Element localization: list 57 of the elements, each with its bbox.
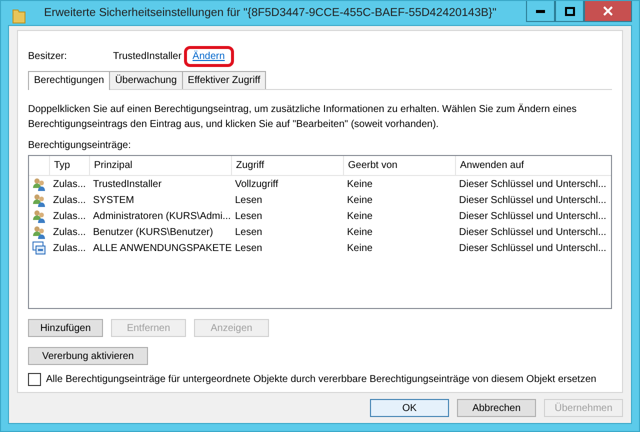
table-cell-text: Vollzugriff (234, 178, 280, 190)
entry-button[interactable]: Hinzufügen (28, 319, 103, 337)
table-cell-text: Benutzer (KURS\Benutzer) (92, 226, 214, 238)
maximize-icon (564, 6, 574, 16)
app-package-icon (32, 241, 46, 255)
column-header[interactable]: Prinzipal (89, 156, 231, 175)
users-icon (32, 177, 46, 191)
tab[interactable]: Überwachung (109, 71, 183, 89)
table-cell-text: Lesen (234, 194, 264, 206)
column-header[interactable]: Anwenden auf (455, 156, 611, 175)
table-cell-text: Zulas... (52, 242, 87, 254)
entries-label: Berechtigungseinträge: (28, 140, 132, 151)
table-cell-text: Keine (346, 178, 374, 190)
tab[interactable]: Berechtigungen (28, 71, 110, 90)
users-icon (32, 193, 46, 207)
maximize-button[interactable] (555, 1, 584, 22)
table-cell-text: Dieser Schlüssel und Unterschl... (458, 194, 608, 206)
table-cell-text: ALLE ANWENDUNGSPAKETE (92, 242, 231, 254)
change-owner-link[interactable]: Ändern (184, 46, 234, 66)
close-icon (603, 6, 613, 16)
close-button[interactable] (584, 1, 632, 22)
table-cell-text: Dieser Schlüssel und Unterschl... (458, 242, 608, 254)
table-cell-text: Dieser Schlüssel und Unterschl... (458, 226, 608, 238)
table-cell-text: Zulas... (52, 210, 87, 222)
window-title: Erweiterte Sicherheitseinstellungen für "{8F5D3447-9CCE-455C-BAEF-55D42420143B}" (44, 7, 496, 19)
dialog-button[interactable]: Abbrechen (457, 399, 536, 417)
table-cell-text: Zulas... (52, 194, 87, 206)
owner-value: TrustedInstaller (113, 50, 182, 62)
column-header[interactable]: Geerbt von (343, 156, 455, 175)
column-header[interactable]: Zugriff (231, 156, 343, 175)
table-cell-text: Keine (346, 226, 374, 238)
users-icon (32, 225, 46, 239)
table-cell-text: Administratoren (KURS\Admi... (92, 210, 231, 222)
table-cell-text: Zulas... (52, 178, 87, 190)
table-cell-text: Lesen (234, 242, 264, 254)
checkbox[interactable] (28, 373, 41, 386)
table-cell-text: Lesen (234, 226, 264, 238)
table-cell-text: Dieser Schlüssel und Unterschl... (458, 210, 608, 222)
tab[interactable]: Effektiver Zugriff (182, 71, 266, 89)
users-icon (32, 209, 46, 223)
checkbox-label: Alle Berechtigungseinträge für untergeordnete Objekte durch vererbbare Berechtigungseinträge von diesem Objekt ersetzen (46, 374, 596, 385)
dialog-button[interactable]: OK (370, 399, 449, 417)
table-cell-text: Keine (346, 194, 374, 206)
table-cell-text: Lesen (234, 210, 264, 222)
table-cell-text: Zulas... (52, 226, 87, 238)
table-cell-text: SYSTEM (92, 194, 136, 206)
table-cell-text: Keine (346, 242, 374, 254)
folder-icon (12, 7, 26, 25)
minimize-icon (536, 10, 545, 12)
description-text: Doppelklicken Sie auf einen Berechtigungseintrag, um zusätzliche Informationen zu erhalten. Wählen Sie zum Ändern eines Berechtigungseintrags den Eintrag aus, und klicken Sie auf "Bearbeiten" (soweit vorhanden). (28, 102, 578, 132)
owner-label: Besitzer: (28, 50, 68, 62)
table-cell-text: Keine (346, 210, 374, 222)
enable-inheritance-button[interactable]: Vererbung aktivieren (28, 347, 148, 365)
minimize-button[interactable] (526, 1, 555, 22)
table-cell-text: TrustedInstaller (92, 178, 163, 190)
table-cell-text: Dieser Schlüssel und Unterschl... (458, 178, 608, 190)
column-header[interactable]: Typ (49, 156, 89, 175)
